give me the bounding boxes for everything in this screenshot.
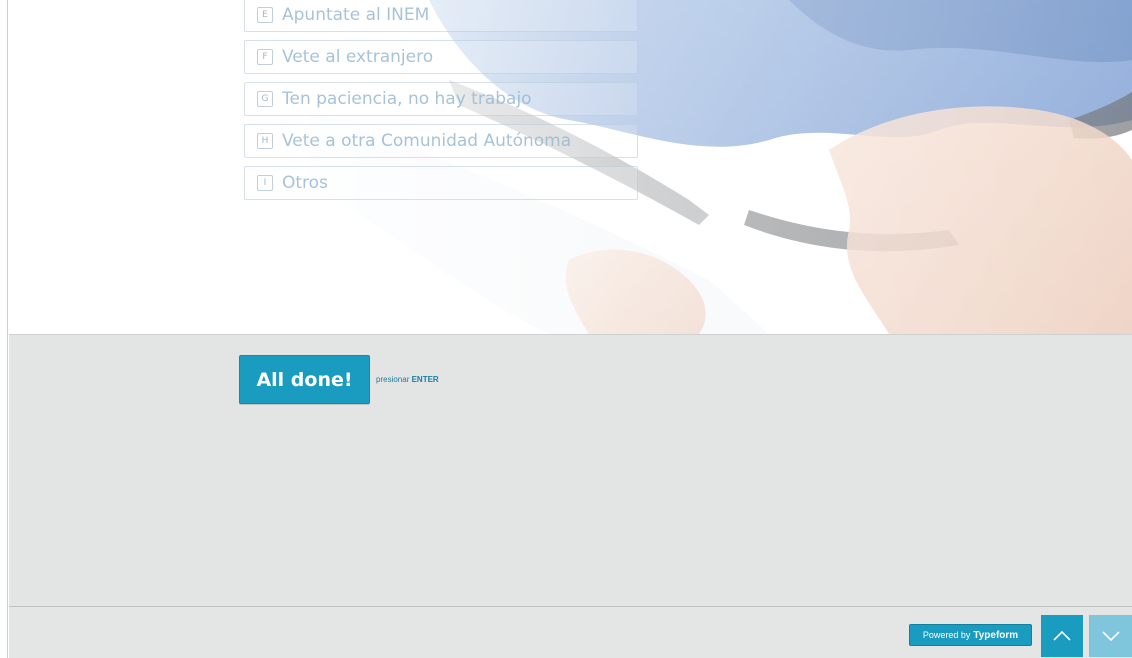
enter-key-hint: presionar ENTER bbox=[376, 375, 439, 384]
choice-option-h[interactable]: H Vete a otra Comunidad Autónoma bbox=[244, 124, 638, 158]
choice-key-badge: F bbox=[257, 49, 273, 65]
question-area: E Apuntate al INEM F Vete al extranjero … bbox=[9, 0, 1132, 334]
choice-label: Apuntate al INEM bbox=[282, 5, 430, 25]
enter-hint-key: ENTER bbox=[411, 375, 439, 384]
choice-label: Vete al extranjero bbox=[282, 47, 434, 67]
choice-key-badge: H bbox=[257, 133, 273, 149]
enter-hint-prefix: presionar bbox=[376, 375, 410, 384]
bottom-navigation-bar: Powered by Typeform bbox=[9, 606, 1132, 658]
powered-by-prefix: Powered by bbox=[922, 630, 971, 640]
left-frame-border bbox=[0, 0, 8, 658]
choice-option-f[interactable]: F Vete al extranjero bbox=[244, 40, 638, 74]
choice-label: Ten paciencia, no hay trabajo bbox=[282, 89, 532, 109]
chevron-up-icon bbox=[1053, 630, 1071, 641]
choice-key-badge: I bbox=[257, 175, 273, 191]
choice-key-badge: E bbox=[257, 7, 273, 23]
chevron-down-icon bbox=[1101, 631, 1120, 642]
choice-option-e[interactable]: E Apuntate al INEM bbox=[244, 0, 638, 32]
choice-label: Vete a otra Comunidad Autónoma bbox=[282, 131, 572, 151]
powered-by-brand: Typeform bbox=[973, 629, 1019, 641]
choice-option-g[interactable]: G Ten paciencia, no hay trabajo bbox=[244, 82, 638, 116]
choice-label: Otros bbox=[282, 173, 328, 193]
answer-choices: E Apuntate al INEM F Vete al extranjero … bbox=[244, 0, 638, 208]
choice-key-badge: G bbox=[257, 91, 273, 107]
next-question-button[interactable] bbox=[1089, 615, 1132, 657]
submit-panel: All done! presionar ENTER bbox=[9, 334, 1132, 606]
all-done-button[interactable]: All done! bbox=[239, 355, 370, 404]
previous-question-button[interactable] bbox=[1041, 615, 1083, 657]
choice-option-i[interactable]: I Otros bbox=[244, 166, 638, 200]
powered-by-typeform-link[interactable]: Powered by Typeform bbox=[909, 624, 1032, 646]
